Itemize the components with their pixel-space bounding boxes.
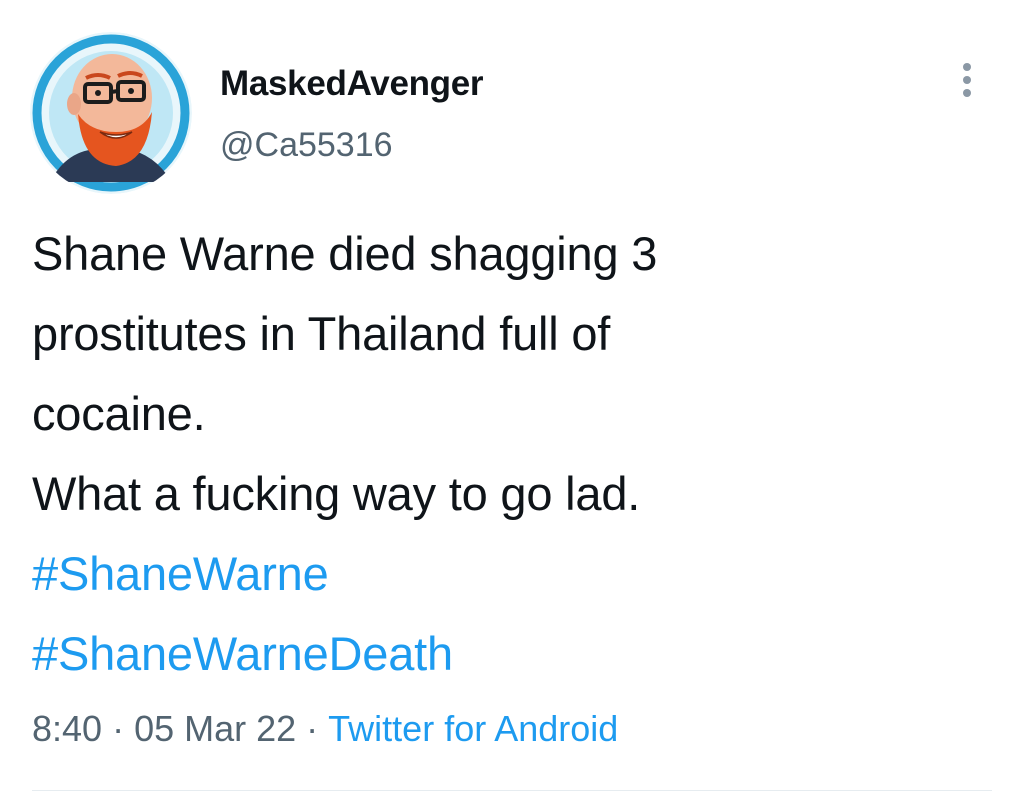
- display-name[interactable]: MaskedAvenger: [220, 64, 484, 104]
- tweet-text: Shane Warne died shagging 3 prostitutes …: [32, 214, 992, 694]
- meta-separator: ·: [112, 708, 125, 749]
- tweet-meta: 8:40 · 05 Mar 22 · Twitter for Android: [32, 708, 618, 750]
- more-options-icon[interactable]: [950, 60, 984, 102]
- more-dot: [963, 76, 971, 84]
- more-dot: [963, 89, 971, 97]
- tweet-source-link[interactable]: Twitter for Android: [328, 708, 618, 749]
- divider: [32, 790, 992, 791]
- hashtag-link[interactable]: #ShaneWarne: [32, 534, 992, 614]
- cartoon-avatar-icon: [30, 32, 192, 194]
- hashtag-link[interactable]: #ShaneWarneDeath: [32, 614, 992, 694]
- tweet-time[interactable]: 8:40: [32, 708, 102, 749]
- tweet: MaskedAvenger @Ca55316 Shane Warne died …: [0, 0, 1024, 794]
- user-handle[interactable]: @Ca55316: [220, 126, 393, 165]
- avatar[interactable]: [30, 32, 192, 194]
- meta-separator: ·: [306, 708, 319, 749]
- tweet-text-line: Shane Warne died shagging 3: [32, 227, 658, 280]
- tweet-date[interactable]: 05 Mar 22: [134, 708, 296, 749]
- tweet-text-line: prostitutes in Thailand full of: [32, 307, 611, 360]
- tweet-text-line: cocaine.: [32, 387, 206, 440]
- tweet-text-line: What a fucking way to go lad.: [32, 467, 641, 520]
- more-dot: [963, 63, 971, 71]
